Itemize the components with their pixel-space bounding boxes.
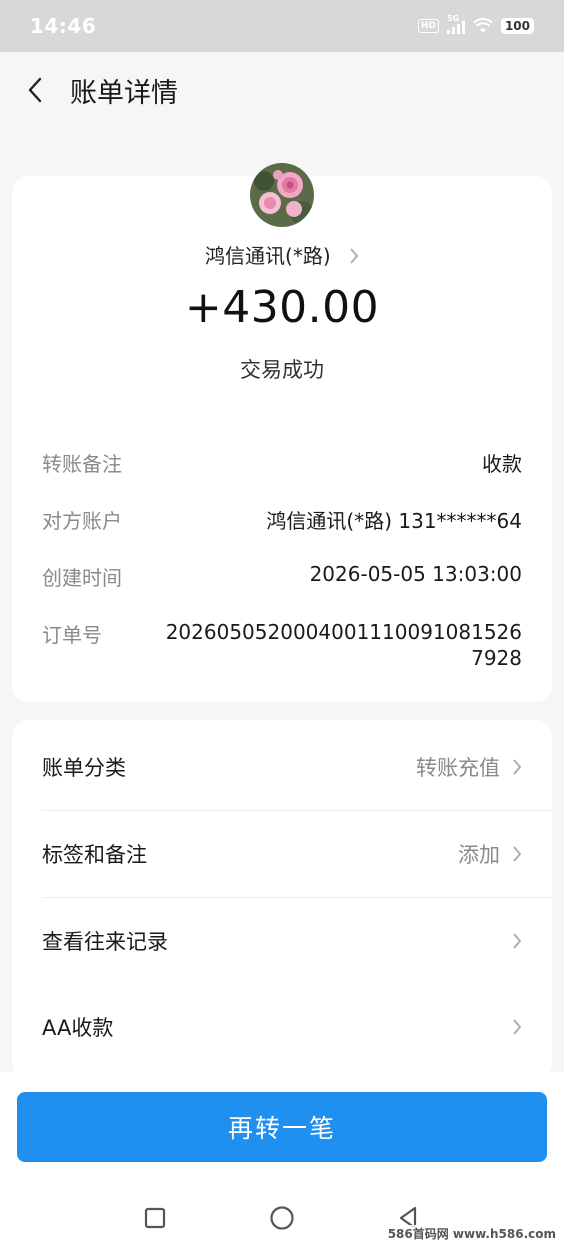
menu-label: 标签和备注	[42, 843, 147, 867]
detail-label: 转账备注	[42, 452, 122, 476]
transaction-amount: +430.00	[184, 282, 380, 333]
payee-name: 鸿信通讯(*路)	[205, 244, 331, 268]
page-header: 账单详情	[0, 52, 564, 128]
menu-right	[512, 932, 522, 950]
transfer-again-button[interactable]: 再转一笔	[17, 1092, 547, 1162]
detail-row-created-time: 创建时间 2026-05-05 13:03:00	[42, 562, 522, 591]
detail-label: 创建时间	[42, 566, 122, 590]
detail-label: 对方账户	[42, 509, 122, 533]
back-button[interactable]	[0, 52, 70, 128]
payee-avatar[interactable]	[250, 163, 314, 227]
menu-item-tags-notes[interactable]: 标签和备注 添加	[42, 811, 522, 897]
detail-label: 订单号	[42, 623, 102, 647]
payee-row[interactable]: 鸿信通讯(*路)	[12, 240, 552, 270]
detail-value: 鸿信通讯(*路) 131******64	[266, 509, 522, 533]
wifi-icon	[473, 18, 493, 33]
status-icons: HD 5G 100	[417, 14, 534, 34]
chevron-right-icon	[513, 933, 522, 949]
network-type-label: 5G	[446, 14, 460, 23]
bottom-action-area: 再转一笔 586首码网 www.h586.com	[0, 1072, 564, 1246]
square-icon	[144, 1207, 166, 1229]
chevron-left-icon	[28, 77, 42, 103]
home-button[interactable]	[262, 1198, 302, 1238]
menu-item-transaction-history[interactable]: 查看往来记录	[42, 898, 522, 984]
chevron-right-icon	[349, 246, 359, 270]
chevron-right-icon	[513, 1019, 522, 1035]
detail-row-account: 对方账户 鸿信通讯(*路) 131******64	[42, 505, 522, 534]
status-time: 14:46	[30, 14, 97, 38]
bill-actions-card: 账单分类 转账充值 标签和备注 添加 查看往来记录 AA收款	[12, 720, 552, 1080]
menu-label: AA收款	[42, 1016, 114, 1040]
menu-value: 转账充值	[416, 756, 500, 780]
menu-label: 账单分类	[42, 756, 126, 780]
chevron-right-icon	[513, 759, 522, 775]
order-number-value: 20260505200040011100910815267928	[165, 620, 522, 670]
detail-value: 2026-05-05 13:03:00	[309, 562, 522, 586]
battery-indicator: 100	[500, 18, 534, 34]
cellular-signal-icon: 5G	[446, 14, 465, 34]
status-bar: 14:46 HD 5G 100	[0, 0, 564, 52]
menu-value: 添加	[458, 843, 500, 867]
menu-label: 查看往来记录	[42, 930, 168, 954]
chevron-right-icon	[513, 846, 522, 862]
circle-icon	[270, 1206, 294, 1230]
bill-summary-card: 鸿信通讯(*路) +430.00 交易成功 转账备注 收款 对方账户 鸿信通讯(…	[12, 163, 552, 702]
detail-row-order-number: 订单号 20260505200040011100910815267928	[42, 619, 522, 671]
detail-row-note: 转账备注 收款	[42, 448, 522, 477]
watermark-text: 586首码网 www.h586.com	[385, 1225, 558, 1242]
menu-right: 转账充值	[416, 752, 522, 782]
menu-right	[512, 1018, 522, 1036]
menu-right: 添加	[458, 839, 522, 869]
menu-item-bill-category[interactable]: 账单分类 转账充值	[42, 724, 522, 810]
detail-value: 收款	[482, 452, 522, 476]
transaction-status: 交易成功	[240, 358, 324, 382]
page-title: 账单详情	[70, 77, 178, 109]
rose-photo-icon	[250, 163, 314, 227]
recent-apps-button[interactable]	[135, 1198, 175, 1238]
hd-icon: HD	[417, 19, 439, 33]
menu-item-aa-collection[interactable]: AA收款	[42, 984, 522, 1070]
